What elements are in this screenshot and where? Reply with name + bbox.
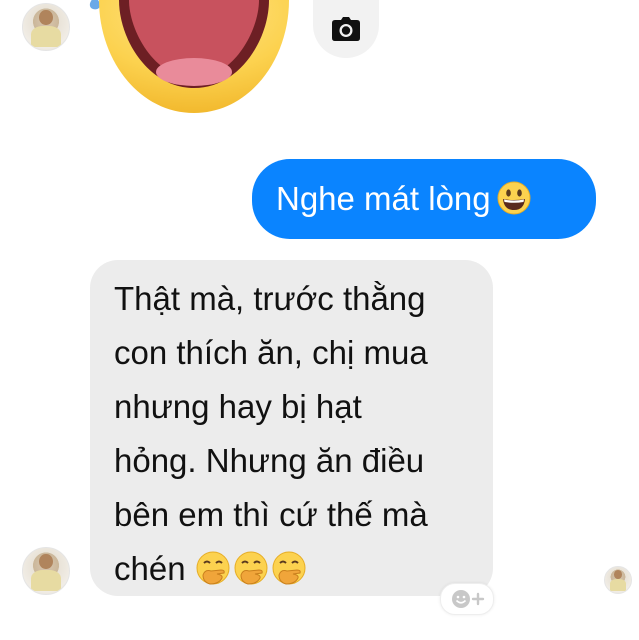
message-line: con thích ăn, chị mua xyxy=(114,334,428,371)
avatar-head xyxy=(39,553,53,570)
face-with-hand-over-mouth-icon xyxy=(196,551,230,585)
message-line: hỏng. Nhưng ăn điều xyxy=(114,442,425,479)
avatar-body xyxy=(31,26,61,47)
grinning-face-icon xyxy=(497,181,531,215)
avatar-head xyxy=(614,570,622,579)
camera-icon xyxy=(332,17,360,41)
contact-avatar[interactable] xyxy=(22,547,70,595)
add-reaction-button[interactable] xyxy=(440,583,494,615)
camera-button[interactable] xyxy=(313,0,379,58)
large-laughing-emoji xyxy=(99,0,289,113)
outgoing-message-bubble[interactable]: Nghe mát lòng xyxy=(252,159,596,239)
message-line: bên em thì cứ thế mà xyxy=(114,496,428,533)
message-line: nhưng hay bị hạt xyxy=(114,388,362,425)
avatar-body xyxy=(31,570,61,591)
outgoing-message-text: Nghe mát lòng xyxy=(276,180,491,217)
avatar-head xyxy=(39,9,53,26)
avatar-body xyxy=(609,579,627,592)
read-receipt-avatar xyxy=(604,566,632,594)
contact-avatar[interactable] xyxy=(22,3,70,51)
incoming-message-bubble[interactable]: Thật mà, trước thằng con thích ăn, chị m… xyxy=(90,260,493,596)
message-line: chén xyxy=(114,550,186,587)
add-reaction-icon xyxy=(452,590,485,608)
message-line: Thật mà, trước thằng xyxy=(114,280,426,317)
message-last-line: chén xyxy=(114,542,473,596)
face-with-hand-over-mouth-icon xyxy=(234,551,268,585)
face-with-hand-over-mouth-icon xyxy=(272,551,306,585)
